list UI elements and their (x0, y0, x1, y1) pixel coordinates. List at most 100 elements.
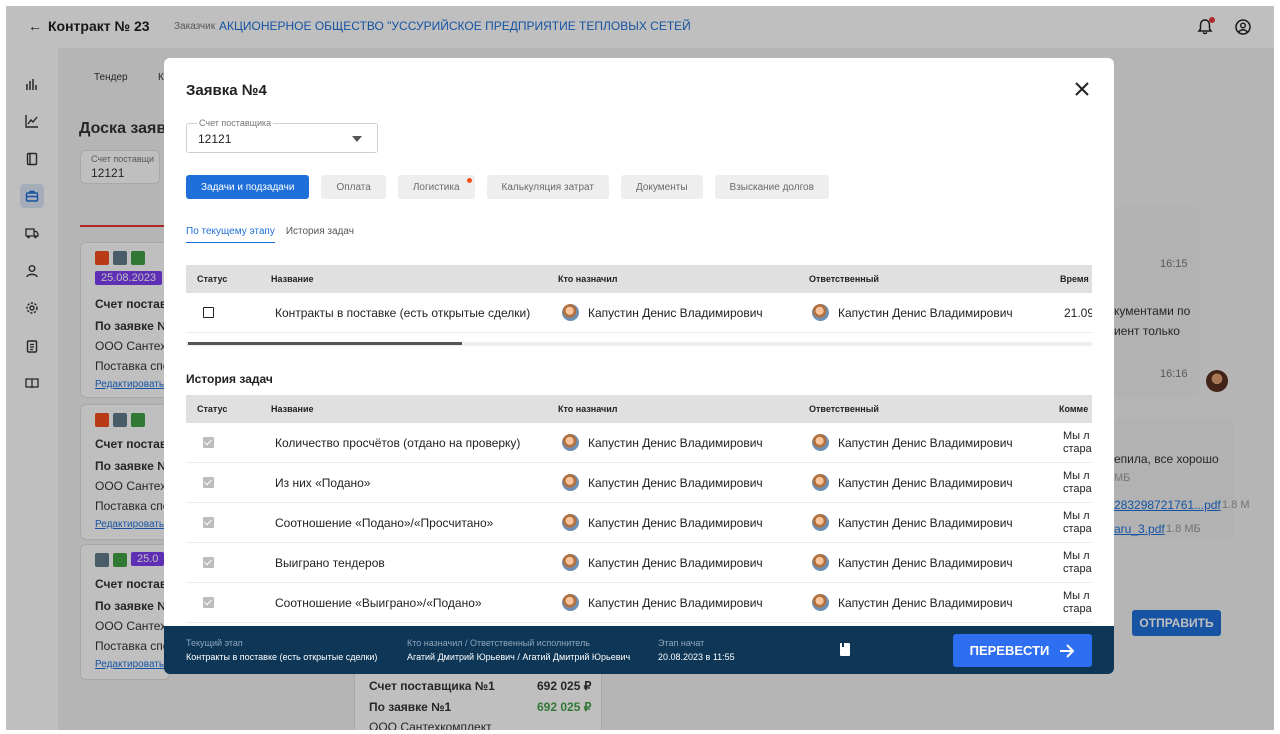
assignee-value: Агатий Дмитрий Юрьевич / Агатий Дмитрий … (407, 652, 631, 662)
task-name: Соотношение «Выиграно»/«Подано» (275, 596, 482, 610)
comment-line: стара (1063, 603, 1092, 615)
avatar (562, 474, 579, 491)
responsible-name: Капустин Денис Владимирович (838, 595, 1013, 610)
column-header: Кто назначил (558, 404, 618, 414)
transfer-button[interactable]: ПЕРЕВЕСТИ (953, 634, 1092, 667)
assigner-name: Капустин Денис Владимирович (588, 595, 763, 610)
transfer-button-label: ПЕРЕВЕСТИ (969, 643, 1050, 658)
assigner-name: Капустин Денис Владимирович (588, 475, 763, 490)
avatar (562, 434, 579, 451)
table-header: Статус Название Кто назначил Ответственн… (186, 265, 1092, 293)
task-checkbox-checked (203, 517, 214, 528)
task-time: 21.09 (1064, 306, 1092, 320)
tab-cost-calculation[interactable]: Калькуляция затрат (486, 175, 609, 199)
request-modal: Заявка №4 Счет поставщика 12121 Задачи и… (164, 58, 1114, 674)
horizontal-scrollbar[interactable] (186, 342, 1092, 346)
table-row[interactable]: Выиграно тендеров Капустин Денис Владими… (186, 543, 1092, 583)
column-header: Статус (197, 404, 228, 414)
table-row[interactable]: Количество просчётов (отдано на проверку… (186, 423, 1092, 463)
avatar (812, 514, 829, 531)
column-header: Комме (1059, 404, 1089, 414)
comment-line: Мы л (1063, 470, 1090, 482)
comment-line: Мы л (1063, 550, 1090, 562)
tab-debt-collection[interactable]: Взыскание долгов (714, 175, 829, 199)
task-comment: Мы л стара (1063, 510, 1092, 536)
stage-started-value: 20.08.2023 в 11:55 (658, 652, 735, 662)
task-checkbox[interactable] (203, 307, 214, 318)
task-comment: Мы л стара (1063, 430, 1092, 456)
task-checkbox-checked (203, 597, 214, 608)
history-title: История задач (186, 372, 273, 386)
responsible: Капустин Денис Владимирович (812, 554, 1013, 571)
avatar (562, 554, 579, 571)
assigner: Капустин Денис Владимирович (562, 554, 763, 571)
task-checkbox-checked (203, 477, 214, 488)
modal-footer: Текущий этап Контракты в поставке (есть … (164, 626, 1114, 674)
comment-line: стара (1063, 523, 1092, 535)
responsible: Капустин Денис Владимирович (812, 514, 1013, 531)
responsible: Капустин Денис Владимирович (812, 434, 1013, 451)
task-comment: Мы л стара (1063, 470, 1092, 496)
table-row[interactable]: Из них «Подано» Капустин Денис Владимиро… (186, 463, 1092, 503)
table-row[interactable]: Контракты в поставке (есть открытые сдел… (186, 293, 1092, 333)
comment-line: Мы л (1063, 510, 1090, 522)
stage-label: Текущий этап (186, 638, 243, 648)
document-icon[interactable] (840, 643, 850, 656)
task-name: Из них «Подано» (275, 476, 371, 490)
avatar (812, 594, 829, 611)
logistics-alert-dot (466, 178, 472, 183)
avatar (812, 434, 829, 451)
tab-tasks[interactable]: Задачи и подзадачи (186, 175, 310, 199)
responsible-name: Капустин Денис Владимирович (838, 475, 1013, 490)
responsible-name: Капустин Денис Владимирович (838, 555, 1013, 570)
task-comment: Мы л стара (1063, 590, 1092, 616)
table-header: Статус Название Кто назначил Ответственн… (186, 395, 1092, 423)
avatar (562, 514, 579, 531)
responsible-name: Капустин Денис Владимирович (838, 515, 1013, 530)
close-icon[interactable] (1074, 81, 1090, 97)
supplier-account-value: 12121 (198, 132, 232, 146)
avatar (812, 304, 829, 321)
assigner: Капустин Денис Владимирович (562, 514, 763, 531)
column-header: Ответственный (809, 404, 879, 414)
subtab-current-stage[interactable]: По текущему этапу (186, 226, 275, 243)
avatar (562, 304, 579, 321)
task-name: Соотношение «Подано»/«Просчитано» (275, 516, 494, 530)
tab-payment[interactable]: Оплата (321, 175, 386, 199)
task-checkbox-checked (203, 437, 214, 448)
task-comment: Мы л стара (1063, 550, 1092, 576)
task-name: Количество просчётов (отдано на проверку… (275, 436, 521, 450)
comment-line: стара (1063, 443, 1092, 455)
stage-started-label: Этап начат (658, 638, 705, 648)
column-header: Название (271, 274, 314, 284)
table-row[interactable]: Соотношение «Подано»/«Просчитано» Капуст… (186, 503, 1092, 543)
responsible: Капустин Денис Владимирович (812, 594, 1013, 611)
column-header: Название (271, 404, 314, 414)
tab-logistics[interactable]: Логистика (397, 175, 475, 199)
assigner-name: Капустин Денис Владимирович (588, 305, 763, 320)
responsible: Капустин Денис Владимирович (812, 474, 1013, 491)
assignee-label: Кто назначил / Ответственный исполнитель (407, 638, 590, 648)
tab-logistics-label: Логистика (412, 181, 460, 193)
avatar (812, 554, 829, 571)
supplier-account-label: Счет поставщика (197, 118, 274, 128)
task-checkbox-checked (203, 557, 214, 568)
modal-subtabs: По текущему этапу История задач (186, 226, 354, 243)
assigner-name: Капустин Денис Владимирович (588, 435, 763, 450)
assigner: Капустин Денис Владимирович (562, 434, 763, 451)
assigner: Капустин Денис Владимирович (562, 474, 763, 491)
modal-title: Заявка №4 (186, 82, 267, 99)
column-header: Время (1060, 274, 1089, 284)
tab-documents[interactable]: Документы (620, 175, 703, 199)
modal-tabs: Задачи и подзадачи Оплата Логистика Каль… (186, 175, 829, 199)
table-row[interactable]: Соотношение «Выиграно»/«Подано» Капустин… (186, 583, 1092, 623)
supplier-account-select[interactable]: Счет поставщика 12121 (186, 118, 378, 153)
column-header: Кто назначил (558, 274, 618, 284)
stage-value: Контракты в поставке (есть открытые сдел… (186, 652, 378, 662)
responsible: Капустин Денис Владимирович (812, 304, 1013, 321)
assigner-name: Капустин Денис Владимирович (588, 515, 763, 530)
responsible-name: Капустин Денис Владимирович (838, 435, 1013, 450)
subtab-task-history[interactable]: История задач (286, 226, 354, 243)
responsible-name: Капустин Денис Владимирович (838, 305, 1013, 320)
scrollbar-thumb[interactable] (188, 342, 462, 345)
